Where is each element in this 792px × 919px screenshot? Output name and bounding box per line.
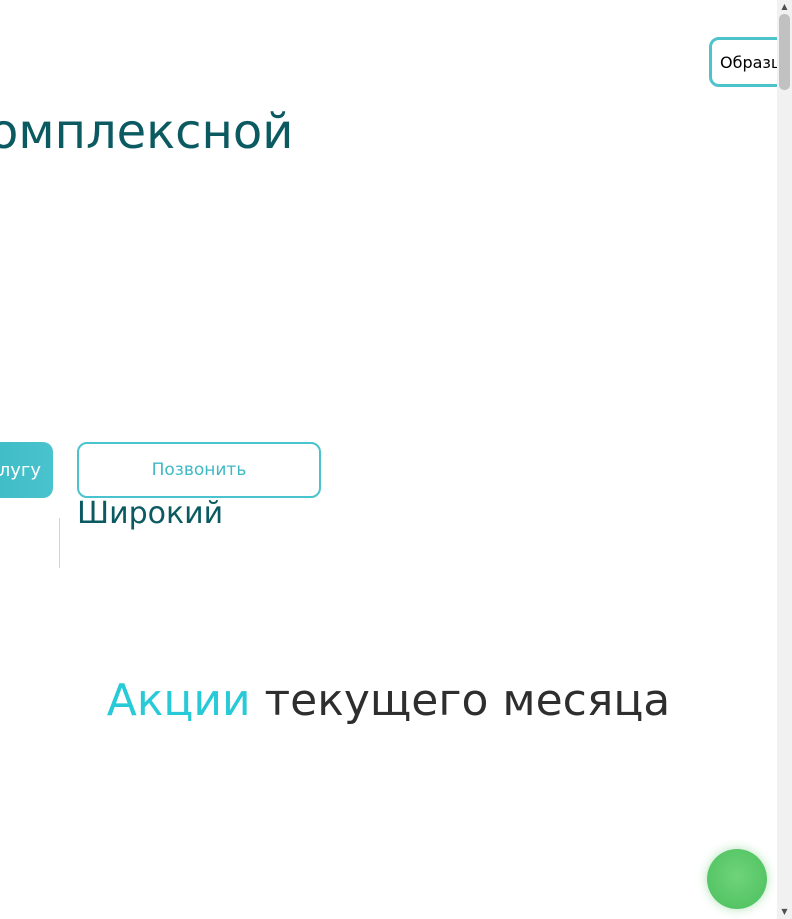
scrollbar-thumb[interactable] [779,14,790,90]
promotions-title: Акции текущего месяца [0,675,777,728]
call-button-label: Позвонить [151,460,247,480]
feature-divider [59,518,60,568]
order-service-button[interactable]: услугу [0,442,53,498]
samples-button-label: Образцы [720,52,777,72]
page-viewport: Образцы комплексной услугу Позвонить Шир… [0,0,777,919]
order-service-button-label: услугу [0,459,41,481]
samples-button[interactable]: Образцы [709,37,777,87]
feature-title: Широкий [77,496,224,531]
hero-title: комплексной [0,104,294,160]
call-button[interactable]: Позвонить [77,442,321,498]
page-scrollbar[interactable]: ▲ ▼ [777,0,792,919]
promotions-title-accent: Акции [106,675,251,726]
scroll-up-icon[interactable]: ▲ [777,0,792,14]
scroll-down-icon[interactable]: ▼ [777,905,792,919]
promotions-title-rest: текущего месяца [250,675,671,726]
chat-widget-button[interactable] [707,849,767,909]
